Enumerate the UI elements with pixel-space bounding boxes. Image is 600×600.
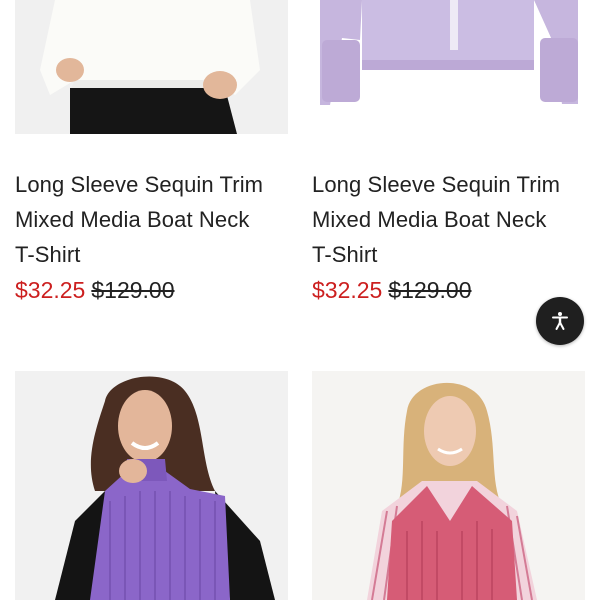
product-name-line: T-Shirt: [312, 242, 378, 267]
product-image-white-top[interactable]: [15, 0, 288, 134]
price-row: $32.25 $129.00: [312, 275, 472, 305]
product-name-line: T-Shirt: [15, 242, 81, 267]
product-name-line: Mixed Media Boat Neck: [15, 207, 250, 232]
sale-price: $32.25: [312, 277, 383, 303]
sale-price: $32.25: [15, 277, 86, 303]
product-image-purple-vest[interactable]: [15, 371, 288, 600]
product-name[interactable]: Long Sleeve Sequin Trim Mixed Media Boat…: [15, 167, 263, 272]
accessibility-button[interactable]: [536, 297, 584, 345]
original-price: $129.00: [91, 277, 175, 303]
accessibility-icon: [552, 312, 568, 330]
product-image-pink-vest[interactable]: [312, 371, 585, 600]
original-price: $129.00: [388, 277, 472, 303]
product-image-lavender-top[interactable]: [312, 0, 585, 134]
price-row: $32.25 $129.00: [15, 275, 175, 305]
product-name-line: Mixed Media Boat Neck: [312, 207, 547, 232]
product-name-line: Long Sleeve Sequin Trim: [15, 172, 264, 197]
product-name-line: Long Sleeve Sequin Trim: [312, 172, 561, 197]
product-name[interactable]: Long Sleeve Sequin Trim Mixed Media Boat…: [312, 167, 560, 272]
